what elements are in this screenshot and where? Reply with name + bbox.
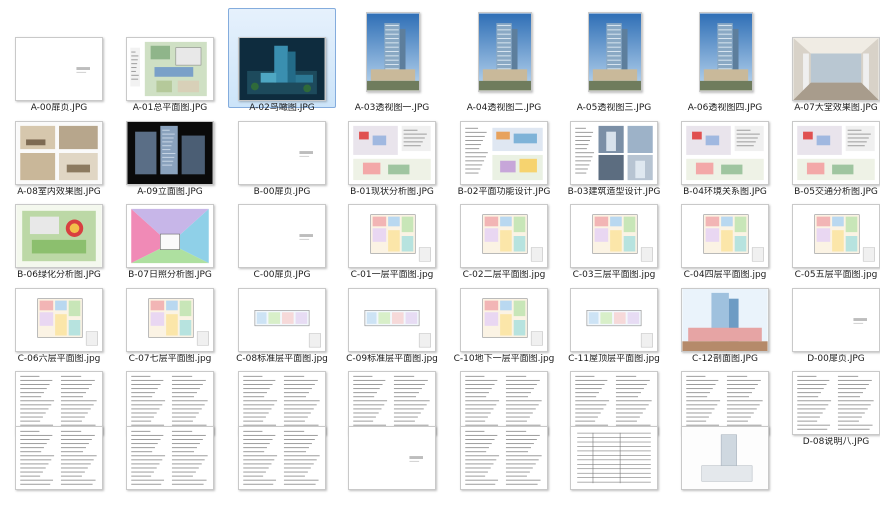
file-thumbnail	[126, 426, 214, 490]
file-item[interactable]: D-08说明八.JPG	[782, 342, 880, 447]
file-item[interactable]	[560, 425, 668, 525]
file-thumbnail	[348, 426, 436, 490]
file-item[interactable]	[228, 425, 336, 525]
file-item[interactable]	[450, 425, 558, 525]
file-thumbnail	[478, 12, 532, 92]
file-item[interactable]	[671, 425, 779, 525]
file-thumbnail	[460, 426, 548, 490]
file-thumbnail	[238, 426, 326, 490]
file-name-label: D-08说明八.JPG	[802, 437, 870, 447]
file-item[interactable]	[116, 425, 224, 525]
file-thumbnail	[681, 426, 769, 490]
thumbnail-grid: A-00扉页.JPG A-01总平面图.JPG A-02鸟瞰图.JPG A-03…	[0, 0, 880, 515]
file-item[interactable]	[5, 425, 113, 525]
file-thumbnail	[699, 12, 753, 92]
file-thumbnail	[15, 426, 103, 490]
file-item[interactable]	[338, 425, 446, 525]
file-thumbnail	[570, 426, 658, 490]
file-thumbnail	[792, 371, 880, 435]
file-thumbnail	[588, 12, 642, 92]
file-thumbnail	[366, 12, 420, 92]
